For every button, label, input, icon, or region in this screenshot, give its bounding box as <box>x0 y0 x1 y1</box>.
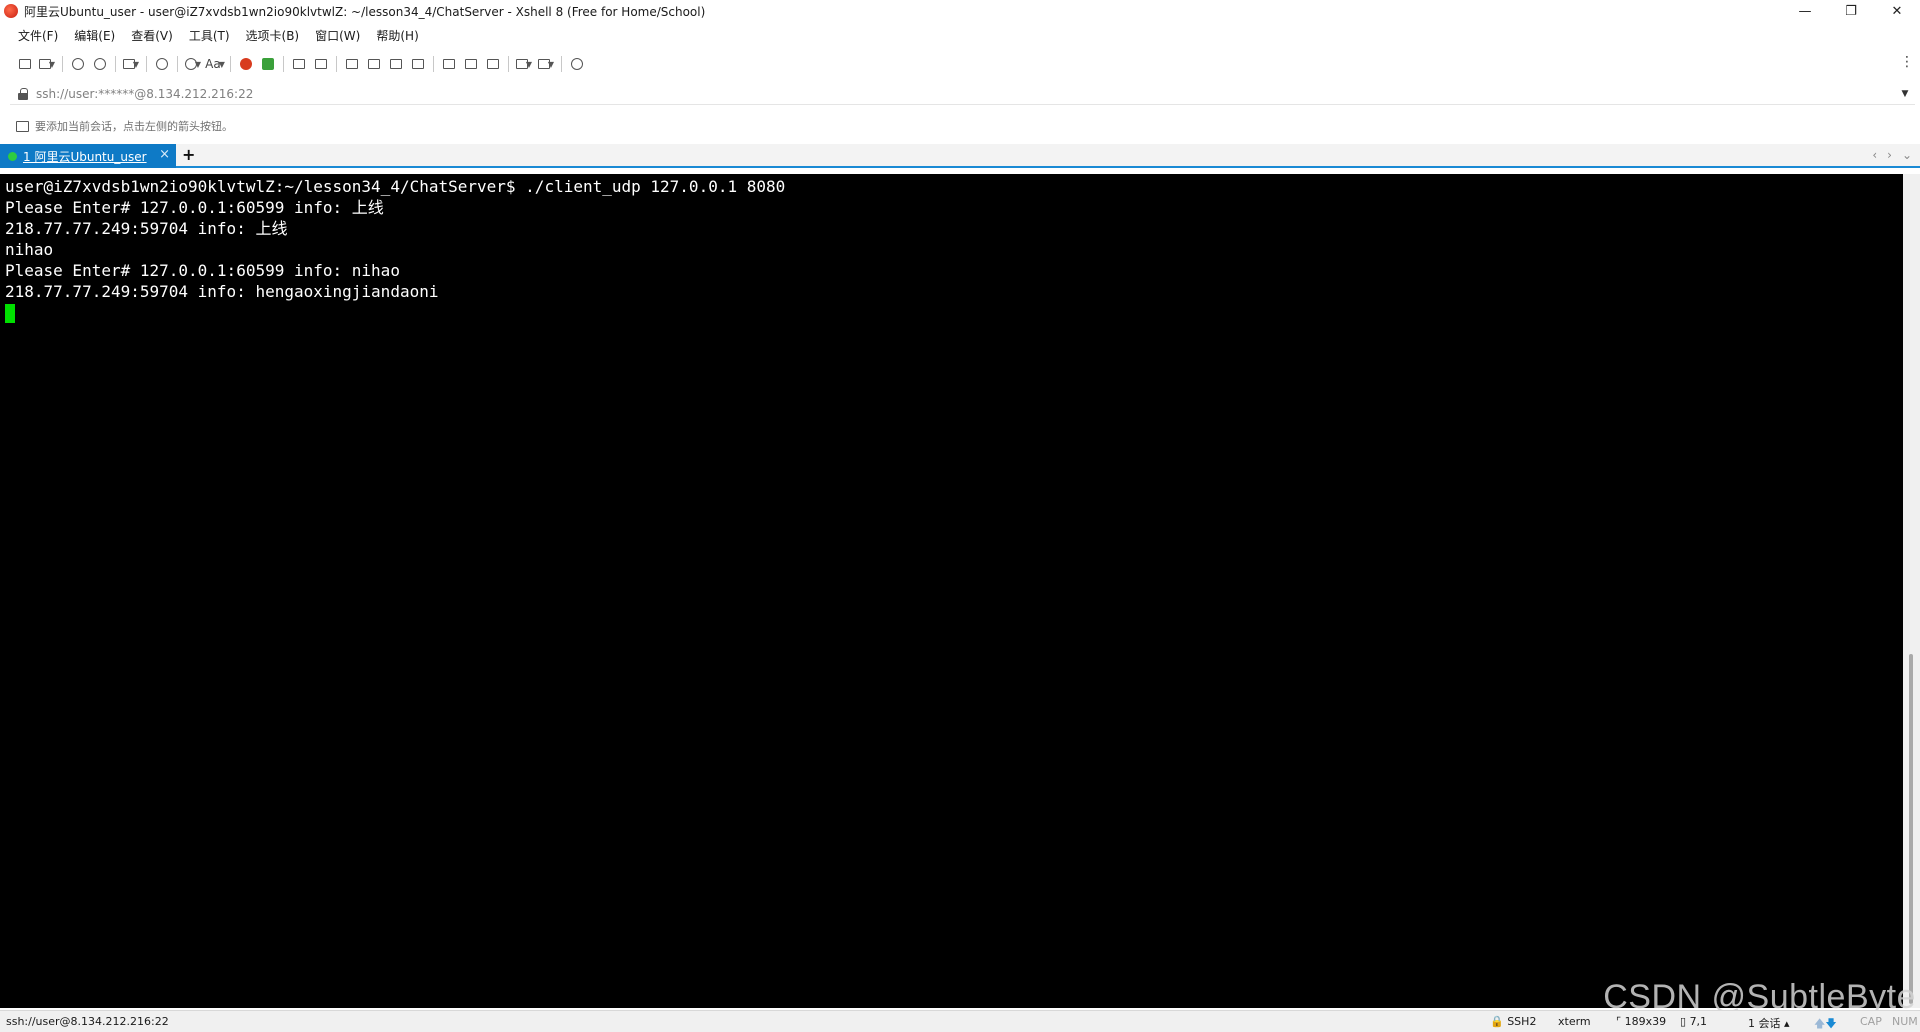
status-protocol-label: SSH2 <box>1507 1015 1537 1028</box>
terminal-line: 218.77.77.249:59704 info: hengaoxingjian… <box>5 282 439 301</box>
transfer-icon[interactable] <box>438 54 460 74</box>
menu-help[interactable]: 帮助(H) <box>376 27 418 44</box>
toolbar-divider <box>561 56 562 72</box>
disconnect-icon[interactable] <box>89 54 111 74</box>
toolbar-divider <box>433 56 434 72</box>
menu-window[interactable]: 窗口(W) <box>315 27 360 44</box>
add-tab-button[interactable]: + <box>182 145 195 164</box>
open-session-icon[interactable]: ▼ <box>36 54 58 74</box>
status-size: ⌜ 189x39 <box>1616 1015 1667 1028</box>
address-bar: ▼ <box>10 83 1915 105</box>
status-cursor-position: ▯ 7,1 <box>1680 1015 1708 1028</box>
new-tab-icon[interactable]: ▼ <box>513 54 535 74</box>
title-bar: 阿里云Ubuntu_user - user@iZ7xvdsb1wn2io90kl… <box>0 0 1920 22</box>
terminal-line: nihao <box>5 240 54 259</box>
status-sessions[interactable]: 1 会话 ▴ <box>1748 1015 1790 1031</box>
tab-navigation: ‹ › ⌄ <box>1872 148 1912 162</box>
toolbar-divider <box>146 56 147 72</box>
toolbar-divider <box>230 56 231 72</box>
send-icon[interactable] <box>385 54 407 74</box>
lock-icon <box>18 87 28 100</box>
add-session-icon[interactable] <box>16 120 29 132</box>
terminal-line: 218.77.77.249:59704 info: 上线 <box>5 219 288 238</box>
session-hint-bar: 要添加当前会话，点击左侧的箭头按钮。 <box>0 116 1920 136</box>
log-icon[interactable] <box>482 54 504 74</box>
font-icon[interactable]: Aa ▼ <box>204 54 226 74</box>
toolbar-divider <box>177 56 178 72</box>
tab-list-icon[interactable]: ⌄ <box>1902 148 1912 162</box>
terminal-line: Please Enter# 127.0.0.1:60599 info: 上线 <box>5 198 384 217</box>
terminal-pane[interactable]: user@iZ7xvdsb1wn2io90klvtwlZ:~/lesson34_… <box>0 174 1903 1008</box>
terminal-scrollbar[interactable] <box>1903 174 1920 1008</box>
close-button[interactable]: ✕ <box>1874 0 1920 22</box>
keyboard-icon[interactable] <box>341 54 363 74</box>
toolbar-divider <box>115 56 116 72</box>
menu-view[interactable]: 查看(V) <box>131 27 173 44</box>
lock-toolbar-icon[interactable] <box>310 54 332 74</box>
toolbar-divider <box>336 56 337 72</box>
tab-close-icon[interactable]: × <box>159 147 170 162</box>
tab-session-1[interactable]: 1 阿里云Ubuntu_user × <box>0 144 176 168</box>
minimize-button[interactable]: — <box>1782 0 1828 22</box>
status-num: NUM <box>1892 1015 1918 1028</box>
menu-edit[interactable]: 编辑(E) <box>74 27 115 44</box>
status-sessions-label: 1 会话 <box>1748 1017 1781 1030</box>
xshell-logo-icon <box>4 4 18 18</box>
script-icon[interactable] <box>407 54 429 74</box>
xftp-icon[interactable] <box>257 54 279 74</box>
globe-icon[interactable]: ▼ <box>182 54 204 74</box>
menu-file[interactable]: 文件(F) <box>18 27 58 44</box>
new-session-icon[interactable] <box>14 54 36 74</box>
chat-icon[interactable] <box>566 54 588 74</box>
tab-next-icon[interactable]: › <box>1887 148 1892 162</box>
terminal-cursor-line <box>5 302 1903 323</box>
terminal-line: user@iZ7xvdsb1wn2io90klvtwlZ:~/lesson34_… <box>5 177 786 196</box>
status-caps: CAP <box>1860 1015 1882 1028</box>
compose-icon[interactable] <box>363 54 385 74</box>
xshell-icon[interactable] <box>235 54 257 74</box>
reconnect-icon[interactable] <box>67 54 89 74</box>
hint-text: 要添加当前会话，点击左侧的箭头按钮。 <box>35 120 233 133</box>
status-bar: ssh://user@8.134.212.216:22 🔒 SSH2 xterm… <box>0 1010 1920 1032</box>
tab-prev-icon[interactable]: ‹ <box>1872 148 1877 162</box>
transfer-arrows-icon: 🡅🡇 <box>1814 1017 1837 1030</box>
status-protocol: 🔒 SSH2 <box>1490 1015 1537 1028</box>
terminal-line: Please Enter# 127.0.0.1:60599 info: niha… <box>5 261 400 280</box>
toolbar-divider <box>283 56 284 72</box>
copy-icon[interactable] <box>460 54 482 74</box>
status-connection: ssh://user@8.134.212.216:22 <box>6 1015 169 1028</box>
status-terminal-type: xterm <box>1558 1015 1591 1028</box>
toolbar-more-button[interactable]: ⋮ <box>1900 54 1914 70</box>
window-title: 阿里云Ubuntu_user - user@iZ7xvdsb1wn2io90kl… <box>24 4 706 19</box>
toolbar: ▼ ▼ ▼ Aa ▼ ▼ ▼ ⋮ <box>0 52 1920 76</box>
menu-tools[interactable]: 工具(T) <box>189 27 230 44</box>
address-dropdown-icon[interactable]: ▼ <box>1895 89 1915 99</box>
menu-tab[interactable]: 选项卡(B) <box>246 27 300 44</box>
tab-bar: 1 阿里云Ubuntu_user × + ‹ › ⌄ <box>0 144 1920 168</box>
terminal-cursor <box>5 304 15 323</box>
toolbar-divider <box>62 56 63 72</box>
connected-status-icon <box>8 151 17 161</box>
toolbar-divider <box>508 56 509 72</box>
tab-label: 1 阿里云Ubuntu_user <box>23 149 147 164</box>
window-controls: — ❐ ✕ <box>1782 0 1920 22</box>
maximize-button[interactable]: ❐ <box>1828 0 1874 22</box>
menu-bar: 文件(F) 编辑(E) 查看(V) 工具(T) 选项卡(B) 窗口(W) 帮助(… <box>0 24 1920 46</box>
scrollbar-thumb[interactable] <box>1909 654 1913 1004</box>
status-cursor-label: 7,1 <box>1689 1015 1708 1028</box>
fullscreen-icon[interactable] <box>288 54 310 74</box>
status-size-label: 189x39 <box>1624 1015 1667 1028</box>
search-icon[interactable] <box>151 54 173 74</box>
address-input[interactable] <box>36 86 1895 101</box>
properties-icon[interactable]: ▼ <box>120 54 142 74</box>
layout-icon[interactable]: ▼ <box>535 54 557 74</box>
